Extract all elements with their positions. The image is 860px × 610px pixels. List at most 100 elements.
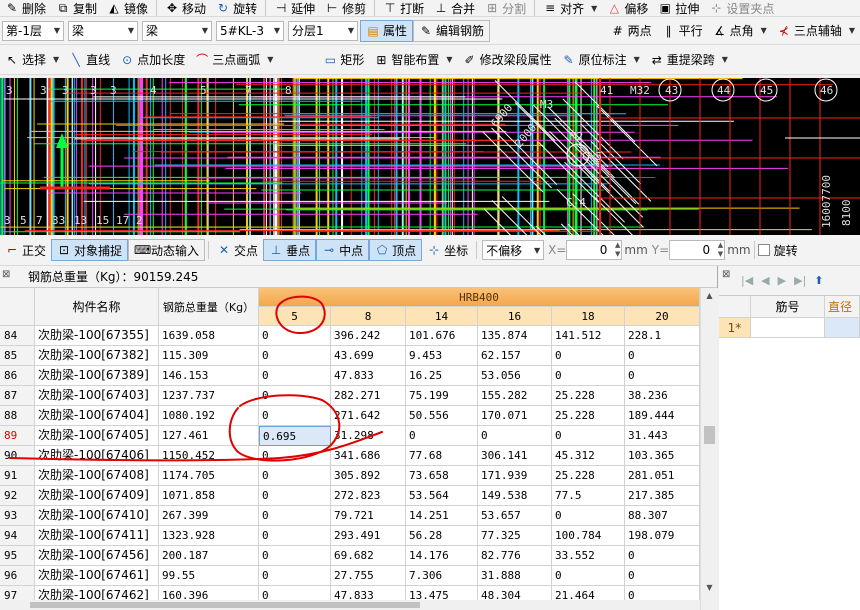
ortho-toggle[interactable]: ⌐ 正交: [0, 235, 51, 265]
row-number[interactable]: 92: [0, 486, 35, 506]
type-select[interactable]: 梁 ▼: [142, 20, 212, 41]
diameter-20-cell[interactable]: 217.385: [625, 486, 700, 506]
bar-no-cell[interactable]: [751, 318, 825, 337]
move-up-icon[interactable]: ⬆: [814, 274, 823, 287]
table-row[interactable]: 88 次肋梁-100[67404] 1080.192 0 271.642 50.556 17…: [0, 406, 700, 426]
three-point-axis-button[interactable]: ⊀ 三点辅轴 ▼: [772, 17, 860, 44]
merge-button[interactable]: ⊥ 合并: [429, 0, 480, 16]
diameter-8-cell[interactable]: 293.491: [331, 526, 406, 546]
offset-button[interactable]: △ 偏移: [602, 0, 653, 16]
diameter-20-cell[interactable]: 0: [625, 566, 700, 586]
diameter-14-cell[interactable]: 14.176: [406, 546, 478, 566]
diameter-14-cell[interactable]: 0: [406, 426, 478, 446]
diameter-20-cell[interactable]: 31.443: [625, 426, 700, 446]
vertex-snap[interactable]: ⬠ 顶点: [369, 239, 423, 261]
row-number[interactable]: 94: [0, 526, 35, 546]
horizontal-scrollbar[interactable]: [0, 600, 700, 610]
total-weight-cell[interactable]: 1174.705: [159, 466, 259, 486]
total-weight-cell[interactable]: 1071.858: [159, 486, 259, 506]
diameter-header-5[interactable]: 5: [259, 307, 331, 326]
row-number[interactable]: 96: [0, 566, 35, 586]
diameter-16-cell[interactable]: 170.071: [478, 406, 552, 426]
diameter-16-cell[interactable]: 155.282: [478, 386, 552, 406]
table-row[interactable]: 91 次肋梁-100[67408] 1174.705 0 305.892 73.658 17…: [0, 466, 700, 486]
table-row[interactable]: 92 次肋梁-100[67409] 1071.858 0 272.823 53.564 14…: [0, 486, 700, 506]
total-weight-cell[interactable]: 146.153: [159, 366, 259, 386]
scroll-up-icon[interactable]: ▲: [701, 288, 718, 304]
trim-button[interactable]: ⊢ 修剪: [320, 0, 371, 16]
mirror-button[interactable]: ◭ 镜像: [102, 0, 153, 16]
coordinate-snap[interactable]: ⊹ 坐标: [422, 235, 473, 265]
diameter-20-cell[interactable]: 0: [625, 346, 700, 366]
component-name-cell[interactable]: 次肋梁-100[67409]: [35, 486, 159, 506]
break-button[interactable]: ⊤ 打断: [378, 0, 429, 16]
diameter-8-cell[interactable]: 47.833: [331, 366, 406, 386]
set-grip-button[interactable]: ⊹ 设置夹点: [704, 0, 779, 16]
component-name-cell[interactable]: 次肋梁-100[67405]: [35, 426, 159, 446]
spinner-icon[interactable]: ▲ ▼: [718, 241, 723, 259]
diameter-cell[interactable]: [825, 318, 860, 337]
diameter-16-cell[interactable]: 62.157: [478, 346, 552, 366]
diameter-5-cell[interactable]: 0: [259, 546, 331, 566]
total-weight-cell[interactable]: 115.309: [159, 346, 259, 366]
diameter-20-cell[interactable]: 228.1: [625, 326, 700, 346]
intersection-snap[interactable]: ✕ 交点: [212, 235, 263, 265]
row-number[interactable]: 89: [0, 426, 35, 446]
component-name-cell[interactable]: 次肋梁-100[67355]: [35, 326, 159, 346]
point-angle-button[interactable]: ∡ 点角 ▼: [708, 17, 772, 44]
scroll-thumb[interactable]: [704, 426, 715, 444]
component-name-header[interactable]: 构件名称: [35, 288, 159, 326]
total-weight-cell[interactable]: 267.399: [159, 506, 259, 526]
total-weight-cell[interactable]: 200.187: [159, 546, 259, 566]
table-row[interactable]: 93 次肋梁-100[67410] 267.399 0 79.721 14.251 53.6…: [0, 506, 700, 526]
diameter-14-cell[interactable]: 14.251: [406, 506, 478, 526]
diameter-5-cell[interactable]: 0: [259, 366, 331, 386]
split-button[interactable]: ⊞ 分割: [480, 0, 531, 16]
diameter-14-cell[interactable]: 56.28: [406, 526, 478, 546]
table-row[interactable]: 95 次肋梁-100[67456] 200.187 0 69.682 14.176 82.7…: [0, 546, 700, 566]
component-name-cell[interactable]: 次肋梁-100[67408]: [35, 466, 159, 486]
component-name-cell[interactable]: 次肋梁-100[67410]: [35, 506, 159, 526]
in-situ-label-button[interactable]: ✎ 原位标注 ▼: [557, 45, 645, 74]
diameter-5-cell[interactable]: 0: [259, 506, 331, 526]
component-name-cell[interactable]: 次肋梁-100[67411]: [35, 526, 159, 546]
row-number[interactable]: 91: [0, 466, 35, 486]
component-name-cell[interactable]: 次肋梁-100[67382]: [35, 346, 159, 366]
diameter-5-cell[interactable]: 0: [259, 466, 331, 486]
diameter-16-cell[interactable]: 82.776: [478, 546, 552, 566]
table-row[interactable]: 86 次肋梁-100[67389] 146.153 0 47.833 16.25 53.05…: [0, 366, 700, 386]
diameter-14-cell[interactable]: 50.556: [406, 406, 478, 426]
table-row[interactable]: 94 次肋梁-100[67411] 1323.928 0 293.491 56.28 77.…: [0, 526, 700, 546]
diameter-5-cell[interactable]: 0: [259, 566, 331, 586]
total-weight-header[interactable]: 钢筋总重量（Kg）: [159, 288, 259, 326]
element-select[interactable]: 5#KL-3 ▼: [216, 20, 284, 41]
align-button[interactable]: ≡ 对齐 ▼: [538, 0, 602, 16]
table-row[interactable]: 96 次肋梁-100[67461] 99.55 0 27.755 7.306 31.888 0…: [0, 566, 700, 586]
floor-select[interactable]: 第-1层 ▼: [2, 20, 64, 41]
diameter-8-cell[interactable]: 27.755: [331, 566, 406, 586]
midpoint-snap[interactable]: ⊸ 中点: [316, 239, 370, 261]
delete-button[interactable]: ✎ 删除: [0, 0, 51, 16]
diameter-14-cell[interactable]: 77.68: [406, 446, 478, 466]
component-name-cell[interactable]: 次肋梁-100[67461]: [35, 566, 159, 586]
diameter-14-cell[interactable]: 16.25: [406, 366, 478, 386]
diameter-14-cell[interactable]: 53.564: [406, 486, 478, 506]
diameter-16-cell[interactable]: 77.325: [478, 526, 552, 546]
diameter-18-cell[interactable]: 0: [552, 366, 625, 386]
properties-button[interactable]: ▤ 属性: [360, 19, 414, 42]
diameter-20-cell[interactable]: 0: [625, 366, 700, 386]
diameter-14-cell[interactable]: 75.199: [406, 386, 478, 406]
cad-canvas[interactable]: 3 3 3 3 3 4 5 7 8 41 M32 43 44 45 46 16007700 8100 3 5 7 33 1…: [0, 78, 860, 235]
diameter-8-cell[interactable]: 271.642: [331, 406, 406, 426]
table-row[interactable]: 84 次肋梁-100[67355] 1639.058 0 396.242 101.676 1…: [0, 326, 700, 346]
parallel-button[interactable]: ∥ 平行: [657, 17, 708, 44]
row-number[interactable]: 86: [0, 366, 35, 386]
diameter-18-cell[interactable]: 100.784: [552, 526, 625, 546]
move-button[interactable]: ✥ 移动: [160, 0, 211, 16]
diameter-18-cell[interactable]: 0: [552, 506, 625, 526]
diameter-18-cell[interactable]: 141.512: [552, 326, 625, 346]
total-weight-cell[interactable]: 1323.928: [159, 526, 259, 546]
total-weight-cell[interactable]: 1639.058: [159, 326, 259, 346]
row-number[interactable]: 90: [0, 446, 35, 466]
diameter-5-cell[interactable]: 0: [259, 386, 331, 406]
